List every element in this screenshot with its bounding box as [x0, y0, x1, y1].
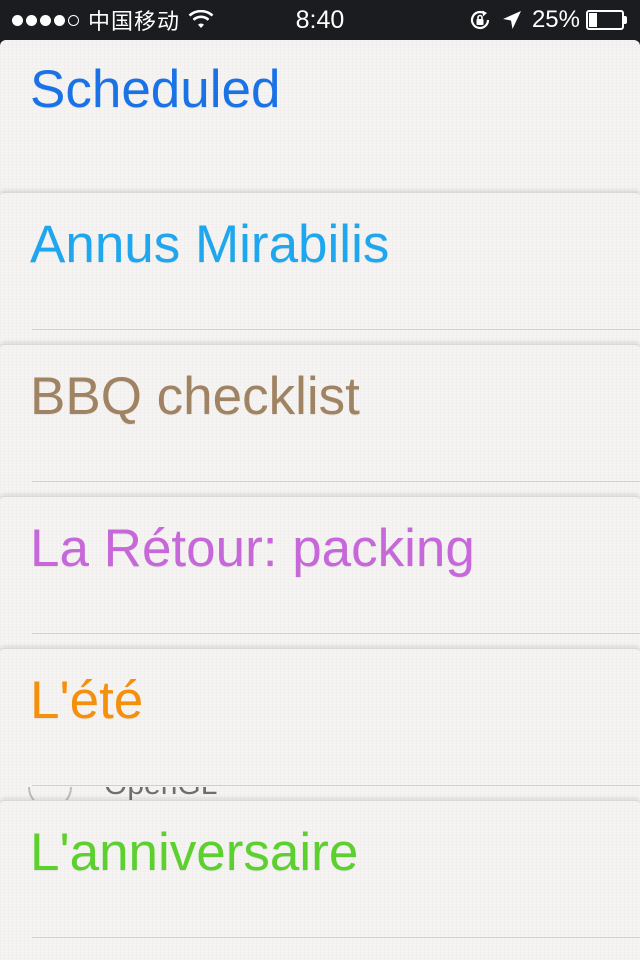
battery-percentage: 25%: [531, 6, 580, 33]
list-title[interactable]: L'été: [30, 671, 143, 731]
list-title[interactable]: La Rétour: packing: [30, 519, 475, 579]
list-title[interactable]: Scheduled: [30, 60, 280, 120]
location-arrow-icon: [502, 11, 521, 29]
list-divider: [32, 481, 640, 482]
reminder-lists-stack[interactable]: Scheduled Annus Mirabilis BBQ checklist La …: [0, 40, 640, 960]
list-divider: [32, 937, 640, 938]
status-bar: 中国移动 8:40 25%: [0, 0, 640, 40]
list-title[interactable]: BBQ checklist: [30, 367, 360, 427]
list-card[interactable]: L'anniversaire: [0, 800, 640, 960]
list-title[interactable]: Annus Mirabilis: [30, 215, 389, 275]
battery-tip: [624, 16, 627, 24]
list-divider: [32, 785, 640, 786]
rotation-lock-icon: [470, 10, 490, 30]
list-divider: [32, 633, 640, 634]
list-title[interactable]: L'anniversaire: [30, 823, 358, 883]
list-divider: [32, 329, 640, 330]
battery-icon: [586, 10, 630, 30]
status-right: 25%: [468, 0, 630, 40]
battery-fill: [589, 13, 597, 27]
